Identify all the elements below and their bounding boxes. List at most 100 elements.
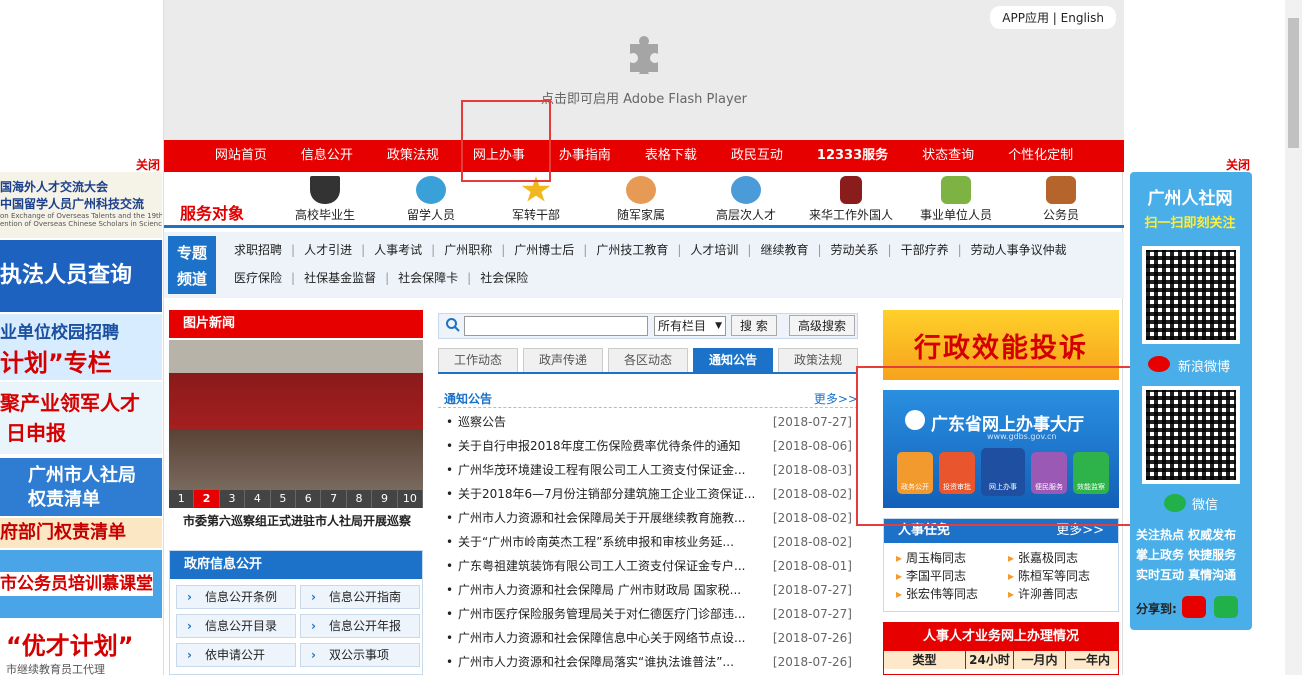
left-float-close[interactable]: 关闭 <box>136 156 160 173</box>
notice-item[interactable]: • 广州市人力资源和社会保障局落实“谁执法谁普法”... [2018-07-26] <box>438 650 858 674</box>
law-enforcer-query-banner[interactable]: 执法人员查询 <box>0 240 162 312</box>
photo-page-button[interactable]: 9 <box>372 490 398 508</box>
topic-link[interactable]: 社保基金监督 <box>304 271 376 285</box>
nav-guide[interactable]: 办事指南 <box>542 140 628 172</box>
topic-link[interactable]: 社会保险 <box>480 271 528 285</box>
flash-banner[interactable]: 点击即可启用 Adobe Flash Player APP应用 | Englis… <box>164 0 1124 140</box>
app-link[interactable]: APP应用 <box>1002 11 1049 25</box>
appointment-item[interactable]: ▸ 许泖善同志 <box>1008 585 1078 602</box>
notice-title[interactable]: 广州市人力资源和社会保障局 广州市财政局 国家税... <box>458 578 758 602</box>
tab-notices[interactable]: 通知公告 <box>693 348 773 372</box>
topic-link[interactable]: 广州职称 <box>444 243 492 257</box>
topic-link[interactable]: 人才引进 <box>304 243 352 257</box>
tab-district-news[interactable]: 各区动态 <box>608 348 688 372</box>
svc-high-talent[interactable]: 高层次人才 <box>701 176 791 223</box>
notice-item[interactable]: • 广东粤祖建筑装饰有限公司工人工资支付保证金专户... [2018-08-01] <box>438 554 858 578</box>
photo-news-caption[interactable]: 市委第六巡察组正式进驻市人社局开展巡察 <box>183 512 411 529</box>
topic-link[interactable]: 广州技工教育 <box>596 243 668 257</box>
notice-heading[interactable]: 通知公告 <box>444 390 492 407</box>
gov-btn-regulation[interactable]: 信息公开条例 <box>176 585 296 609</box>
search-input[interactable] <box>464 316 648 336</box>
wechat-share-icon[interactable] <box>1214 596 1238 618</box>
appointment-item[interactable]: ▸ 张嘉极同志 <box>1008 549 1078 566</box>
photo-page-button[interactable]: 6 <box>296 490 322 508</box>
notice-title[interactable]: 广州华茂环境建设工程有限公司工人工资支付保证金... <box>458 458 758 482</box>
notice-title[interactable]: 巡察公告 <box>458 410 758 434</box>
right-float-close[interactable]: 关闭 <box>1226 156 1250 173</box>
topic-link[interactable]: 干部疗养 <box>901 243 949 257</box>
topic-link[interactable]: 人才培训 <box>690 243 738 257</box>
topic-link[interactable]: 劳动人事争议仲裁 <box>971 243 1067 257</box>
svc-public-institution[interactable]: 事业单位人员 <box>911 176 1001 223</box>
notice-item[interactable]: • 关于2018年6—7月份注销部分建筑施工企业工资保证... [2018-08-0… <box>438 482 858 506</box>
notice-title[interactable]: 广州市医疗保险服务管理局关于对仁德医疗门诊部违... <box>458 602 758 626</box>
photo-page-button[interactable]: 10 <box>398 490 424 508</box>
nav-custom[interactable]: 个性化定制 <box>991 140 1090 172</box>
mooc-banner[interactable]: 市公务员培训慕课堂 <box>0 550 162 618</box>
svc-foreigners[interactable]: 来华工作外国人 <box>806 176 896 223</box>
industry-talent-banner[interactable]: 聚产业领军人才 日申报 <box>0 382 162 454</box>
appointment-item[interactable]: ▸ 陈桓军等同志 <box>1008 567 1090 584</box>
svc-military-family[interactable]: 随军家属 <box>596 176 686 223</box>
search-button[interactable]: 搜 索 <box>731 315 777 336</box>
nav-interaction[interactable]: 政民互动 <box>714 140 800 172</box>
photo-page-button[interactable]: 8 <box>347 490 373 508</box>
tab-gov-voice[interactable]: 政声传递 <box>523 348 603 372</box>
gov-btn-annual-report[interactable]: 信息公开年报 <box>300 614 420 638</box>
nav-policy[interactable]: 政策法规 <box>370 140 456 172</box>
weibo-share-icon[interactable] <box>1182 596 1206 618</box>
notice-item[interactable]: • 广州市人力资源和社会保障信息中心关于网络节点设... [2018-07-26] <box>438 626 858 650</box>
gov-btn-apply[interactable]: 依申请公开 <box>176 643 296 667</box>
flash-hint[interactable]: 点击即可启用 Adobe Flash Player <box>164 88 1124 107</box>
page-scrollbar[interactable] <box>1285 0 1302 675</box>
topic-link[interactable]: 社会保障卡 <box>398 271 458 285</box>
campus-recruit-banner[interactable]: 业单位校园招聘 计划”专栏 <box>0 314 162 380</box>
photo-news-image[interactable] <box>169 340 423 490</box>
nav-home[interactable]: 网站首页 <box>198 140 284 172</box>
topic-link[interactable]: 人事考试 <box>374 243 422 257</box>
notice-item[interactable]: • 广州市医疗保险服务管理局关于对仁德医疗门诊部违... [2018-07-27] <box>438 602 858 626</box>
photo-page-button[interactable]: 4 <box>245 490 271 508</box>
notice-more-link[interactable]: 更多>> <box>814 390 858 407</box>
notice-title[interactable]: 广州市人力资源和社会保障局落实“谁执法谁普法”... <box>458 650 758 674</box>
gov-btn-catalog[interactable]: 信息公开目录 <box>176 614 296 638</box>
photo-page-button[interactable]: 7 <box>321 490 347 508</box>
svc-civil-servant[interactable]: 公务员 <box>1016 176 1106 223</box>
rf-wechat-label[interactable]: 微信 <box>1192 494 1218 513</box>
scrollbar-thumb[interactable] <box>1288 18 1299 148</box>
photo-page-button[interactable]: 3 <box>220 490 246 508</box>
notice-item[interactable]: • 关于“广州市岭南英杰工程”系统申报和审核业务延... [2018-08-02] <box>438 530 858 554</box>
overseas-talent-banner[interactable]: 国海外人才交流大会 中国留学人员广州科技交流 on Exchange of Ov… <box>0 172 162 238</box>
appointment-item[interactable]: ▸ 李国平同志 <box>896 567 966 584</box>
notice-item[interactable]: • 广州华茂环境建设工程有限公司工人工资支付保证金... [2018-08-03] <box>438 458 858 482</box>
photo-page-button[interactable]: 1 <box>169 490 195 508</box>
advanced-search-button[interactable]: 高级搜索 <box>789 315 856 336</box>
notice-title[interactable]: 广州市人力资源和社会保障信息中心关于网络节点设... <box>458 626 758 650</box>
notice-title[interactable]: 关于“广州市岭南英杰工程”系统申报和审核业务延... <box>458 530 758 554</box>
rf-weibo-label[interactable]: 新浪微博 <box>1178 356 1230 375</box>
topic-link[interactable]: 广州博士后 <box>514 243 574 257</box>
topic-link[interactable]: 医疗保险 <box>234 271 282 285</box>
gov-btn-double-public[interactable]: 双公示事项 <box>300 643 420 667</box>
search-scope-select[interactable]: 所有栏目 ▼ <box>654 316 726 336</box>
photo-page-button[interactable]: 5 <box>271 490 297 508</box>
photo-page-button[interactable]: 2 <box>194 490 220 508</box>
notice-item[interactable]: • 广州市人力资源和社会保障局 广州市财政局 国家税... [2018-07-27] <box>438 578 858 602</box>
notice-title[interactable]: 关于2018年6—7月份注销部分建筑施工企业工资保证... <box>458 482 758 506</box>
topic-link[interactable]: 劳动关系 <box>831 243 879 257</box>
nav-forms[interactable]: 表格下载 <box>628 140 714 172</box>
notice-item[interactable]: • 广州市人力资源和社会保障局关于开展继续教育施教... [2018-08-02] <box>438 506 858 530</box>
notice-title[interactable]: 广州市人力资源和社会保障局关于开展继续教育施教... <box>458 506 758 530</box>
tab-policies[interactable]: 政策法规 <box>778 348 858 372</box>
topic-link[interactable]: 求职招聘 <box>234 243 282 257</box>
svc-overseas[interactable]: 留学人员 <box>386 176 476 223</box>
nav-status[interactable]: 状态查询 <box>905 140 991 172</box>
english-link[interactable]: English <box>1061 11 1104 25</box>
notice-title[interactable]: 广东粤祖建筑装饰有限公司工人工资支付保证金专户... <box>458 554 758 578</box>
topic-link[interactable]: 继续教育 <box>760 243 808 257</box>
svc-veterans[interactable]: 军转干部 <box>491 176 581 223</box>
notice-item[interactable]: • 关于自行申报2018年度工伤保险费率优待条件的通知 [2018-08-06] <box>438 434 858 458</box>
gov-btn-guide[interactable]: 信息公开指南 <box>300 585 420 609</box>
svc-graduates[interactable]: 高校毕业生 <box>280 176 370 223</box>
notice-title[interactable]: 关于自行申报2018年度工伤保险费率优待条件的通知 <box>458 434 758 458</box>
